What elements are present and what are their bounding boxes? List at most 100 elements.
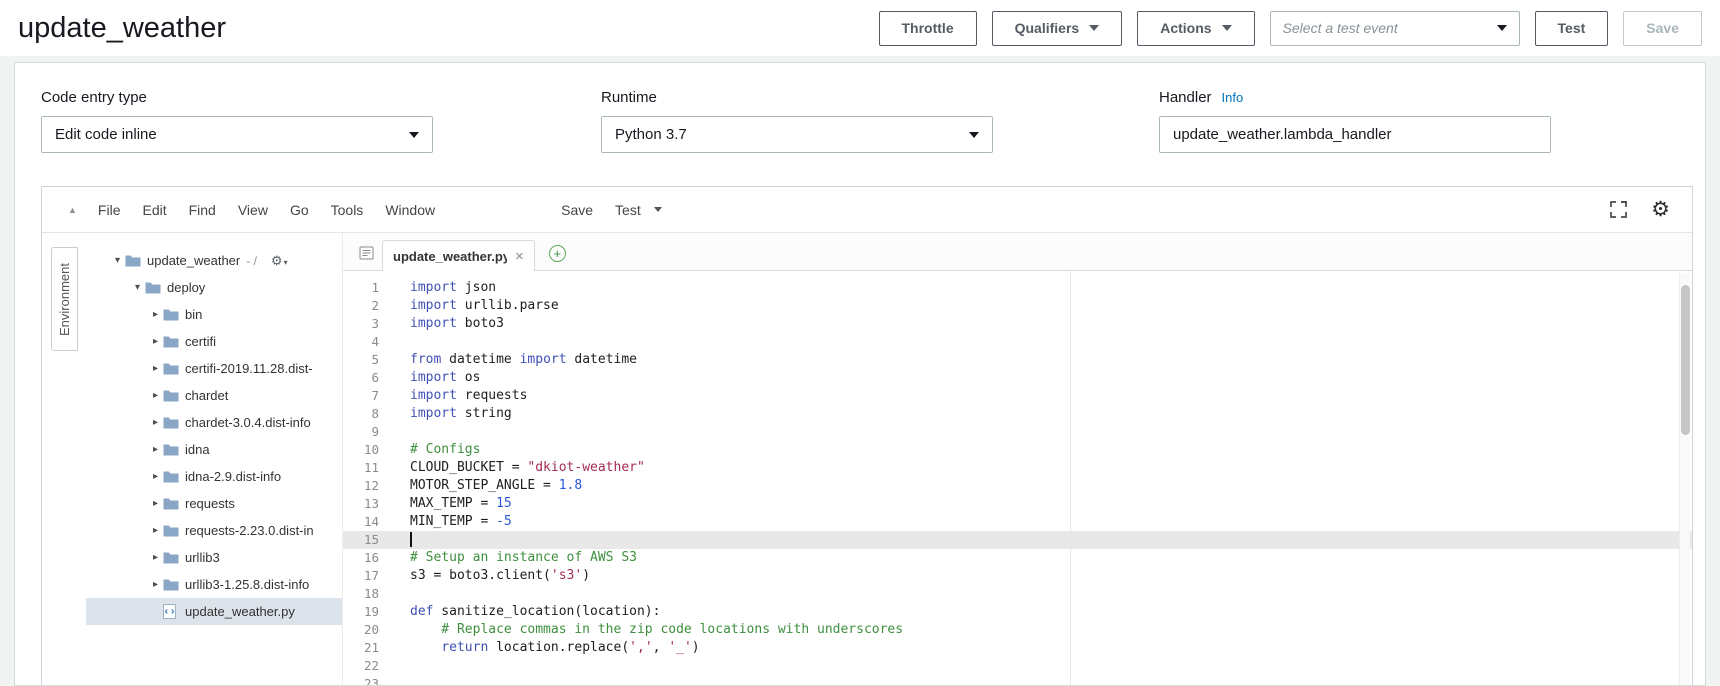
test-event-placeholder: Select a test event bbox=[1283, 20, 1497, 36]
code-line-18[interactable]: 18 bbox=[343, 585, 1692, 603]
menu-window[interactable]: Window bbox=[374, 202, 446, 218]
code-line-text: MOTOR_STEP_ANGLE = 1.8 bbox=[395, 477, 582, 495]
code-line-17[interactable]: 17s3 = boto3.client('s3') bbox=[343, 567, 1692, 585]
qualifiers-button[interactable]: Qualifiers bbox=[992, 11, 1123, 46]
tree-item-chardet[interactable]: ▸chardet bbox=[86, 382, 342, 409]
expand-arrow-icon[interactable]: ▸ bbox=[148, 552, 163, 563]
tree-item-idna-2.9.dist-info[interactable]: ▸idna-2.9.dist-info bbox=[86, 463, 342, 490]
expand-arrow-icon[interactable]: ▸ bbox=[148, 579, 163, 590]
code-entry-select[interactable]: Edit code inline bbox=[41, 116, 433, 153]
code-line-9[interactable]: 9 bbox=[343, 423, 1692, 441]
handler-info-link[interactable]: Info bbox=[1222, 90, 1244, 105]
folder-icon bbox=[125, 254, 145, 267]
line-number: 10 bbox=[343, 441, 395, 459]
menu-go[interactable]: Go bbox=[279, 202, 320, 218]
tree-item-certifi[interactable]: ▸certifi bbox=[86, 328, 342, 355]
runtime-select[interactable]: Python 3.7 bbox=[601, 116, 993, 153]
expand-arrow-icon[interactable]: ▸ bbox=[148, 498, 163, 509]
tree-item-update_weather.py[interactable]: update_weather.py bbox=[86, 598, 342, 625]
code-line-21[interactable]: 21 return location.replace(',', '_') bbox=[343, 639, 1692, 657]
tree-item-certifi-2019.11.28.dist-[interactable]: ▸certifi-2019.11.28.dist- bbox=[86, 355, 342, 382]
tree-root-label: update_weather bbox=[147, 253, 240, 268]
expand-arrow-icon[interactable]: ▸ bbox=[148, 363, 163, 374]
close-tab-icon[interactable]: × bbox=[515, 248, 524, 265]
settings-gear-icon[interactable]: ⚙ bbox=[1651, 199, 1670, 220]
expand-arrow-icon[interactable]: ▸ bbox=[148, 309, 163, 320]
code-line-20[interactable]: 20 # Replace commas in the zip code loca… bbox=[343, 621, 1692, 639]
tree-root-item[interactable]: ▾ update_weather - / ⚙▾ bbox=[86, 247, 342, 274]
folder-icon bbox=[145, 281, 165, 294]
code-line-3[interactable]: 3import boto3 bbox=[343, 315, 1692, 333]
code-line-2[interactable]: 2import urllib.parse bbox=[343, 297, 1692, 315]
tab-list-icon[interactable] bbox=[359, 246, 374, 260]
line-number: 18 bbox=[343, 585, 395, 603]
expand-arrow-icon[interactable]: ▸ bbox=[148, 444, 163, 455]
tree-item-label: idna bbox=[185, 442, 210, 457]
actions-button[interactable]: Actions bbox=[1137, 11, 1254, 46]
test-dropdown-icon[interactable] bbox=[654, 207, 662, 212]
code-line-22[interactable]: 22 bbox=[343, 657, 1692, 675]
code-editor: ▲ FileEditFindViewGoToolsWindow Save Tes… bbox=[41, 186, 1693, 686]
tree-item-requests[interactable]: ▸requests bbox=[86, 490, 342, 517]
tree-item-chardet-3.0.4.dist-info[interactable]: ▸chardet-3.0.4.dist-info bbox=[86, 409, 342, 436]
code-line-15[interactable]: 15 bbox=[343, 531, 1692, 549]
code-line-7[interactable]: 7import requests bbox=[343, 387, 1692, 405]
code-line-text bbox=[395, 423, 410, 441]
fullscreen-icon[interactable] bbox=[1610, 201, 1627, 218]
code-line-14[interactable]: 14MIN_TEMP = -5 bbox=[343, 513, 1692, 531]
expand-arrow-icon[interactable]: ▸ bbox=[148, 336, 163, 347]
handler-label: Handler bbox=[1159, 89, 1212, 106]
environment-tab[interactable]: Environment bbox=[51, 247, 78, 351]
editor-tab-update-weather[interactable]: update_weather.py × bbox=[382, 240, 535, 271]
menu-view[interactable]: View bbox=[227, 202, 279, 218]
code-line-text bbox=[395, 333, 410, 351]
tree-settings-gear-icon[interactable]: ⚙▾ bbox=[271, 253, 288, 269]
menu-find[interactable]: Find bbox=[178, 202, 227, 218]
tree-item-deploy[interactable]: ▾ deploy bbox=[86, 274, 342, 301]
code-line-12[interactable]: 12MOTOR_STEP_ANGLE = 1.8 bbox=[343, 477, 1692, 495]
test-button[interactable]: Test bbox=[1535, 11, 1609, 46]
code-line-4[interactable]: 4 bbox=[343, 333, 1692, 351]
scrollbar-thumb[interactable] bbox=[1681, 285, 1690, 435]
code-area[interactable]: 1import json2import urllib.parse3import … bbox=[343, 271, 1692, 686]
text-cursor bbox=[410, 532, 412, 547]
collapse-arrow-icon[interactable]: ▾ bbox=[110, 255, 125, 266]
code-line-13[interactable]: 13MAX_TEMP = 15 bbox=[343, 495, 1692, 513]
code-line-8[interactable]: 8import string bbox=[343, 405, 1692, 423]
collapse-arrow-icon[interactable]: ▾ bbox=[130, 282, 145, 293]
code-line-19[interactable]: 19def sanitize_location(location): bbox=[343, 603, 1692, 621]
tree-item-urllib3[interactable]: ▸urllib3 bbox=[86, 544, 342, 571]
ide-save-button[interactable]: Save bbox=[550, 202, 604, 218]
expand-arrow-icon[interactable]: ▸ bbox=[148, 417, 163, 428]
code-line-11[interactable]: 11CLOUD_BUCKET = "dkiot-weather" bbox=[343, 459, 1692, 477]
line-number: 16 bbox=[343, 549, 395, 567]
tree-item-requests-2.23.0.dist-in[interactable]: ▸requests-2.23.0.dist-in bbox=[86, 517, 342, 544]
expand-arrow-icon[interactable]: ▸ bbox=[148, 471, 163, 482]
tree-item-label: deploy bbox=[167, 280, 205, 295]
menu-file[interactable]: File bbox=[87, 202, 132, 218]
menu-tools[interactable]: Tools bbox=[320, 202, 375, 218]
throttle-button[interactable]: Throttle bbox=[879, 11, 977, 46]
code-line-5[interactable]: 5from datetime import datetime bbox=[343, 351, 1692, 369]
editor-scrollbar[interactable] bbox=[1679, 273, 1690, 686]
save-button[interactable]: Save bbox=[1623, 11, 1702, 46]
ide-test-button[interactable]: Test bbox=[604, 202, 652, 218]
collapse-menubar-icon[interactable]: ▲ bbox=[68, 205, 77, 215]
expand-arrow-icon[interactable]: ▸ bbox=[148, 525, 163, 536]
handler-input[interactable] bbox=[1159, 116, 1551, 153]
code-line-text: import requests bbox=[395, 387, 527, 405]
code-line-16[interactable]: 16# Setup an instance of AWS S3 bbox=[343, 549, 1692, 567]
line-number: 21 bbox=[343, 639, 395, 657]
new-tab-icon[interactable]: + bbox=[549, 245, 566, 262]
tree-item-idna[interactable]: ▸ idna bbox=[86, 436, 342, 463]
editor-body: Environment ▾ update_weather - / ⚙▾ ▾ dep… bbox=[42, 233, 1692, 686]
tree-item-bin[interactable]: ▸bin bbox=[86, 301, 342, 328]
code-line-1[interactable]: 1import json bbox=[343, 279, 1692, 297]
code-line-23[interactable]: 23 bbox=[343, 675, 1692, 686]
test-event-select[interactable]: Select a test event bbox=[1270, 11, 1520, 46]
menu-edit[interactable]: Edit bbox=[131, 202, 177, 218]
tree-item-urllib3-1.25.8.dist-info[interactable]: ▸urllib3-1.25.8.dist-info bbox=[86, 571, 342, 598]
code-line-6[interactable]: 6import os bbox=[343, 369, 1692, 387]
code-line-10[interactable]: 10# Configs bbox=[343, 441, 1692, 459]
expand-arrow-icon[interactable]: ▸ bbox=[148, 390, 163, 401]
